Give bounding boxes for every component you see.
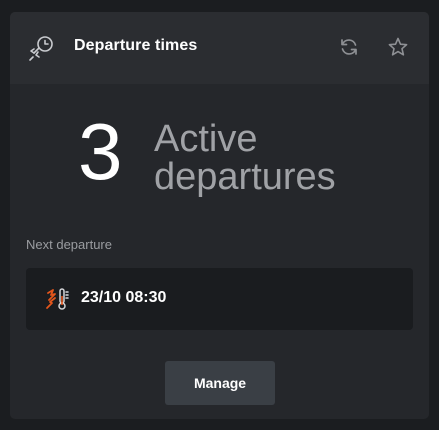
next-departure-row[interactable]: 23/10 08:30 (26, 268, 413, 330)
departure-times-card: Departure times 3 Active departures Next… (10, 12, 429, 419)
refresh-icon[interactable] (338, 36, 360, 58)
active-departures-label: Active departures (154, 120, 394, 196)
count-label-line2: departures (154, 156, 336, 198)
card-title: Departure times (74, 37, 198, 54)
next-departure-label: Next departure (26, 237, 112, 252)
active-departures-count: 3 (78, 107, 123, 196)
count-label-line1: Active (154, 118, 258, 160)
star-icon[interactable] (387, 36, 409, 58)
manage-button[interactable]: Manage (165, 361, 275, 405)
rocket-clock-icon (29, 36, 53, 61)
next-departure-datetime: 23/10 08:30 (81, 289, 167, 306)
card-header: Departure times (10, 12, 429, 84)
heating-thermometer-icon (46, 288, 69, 310)
